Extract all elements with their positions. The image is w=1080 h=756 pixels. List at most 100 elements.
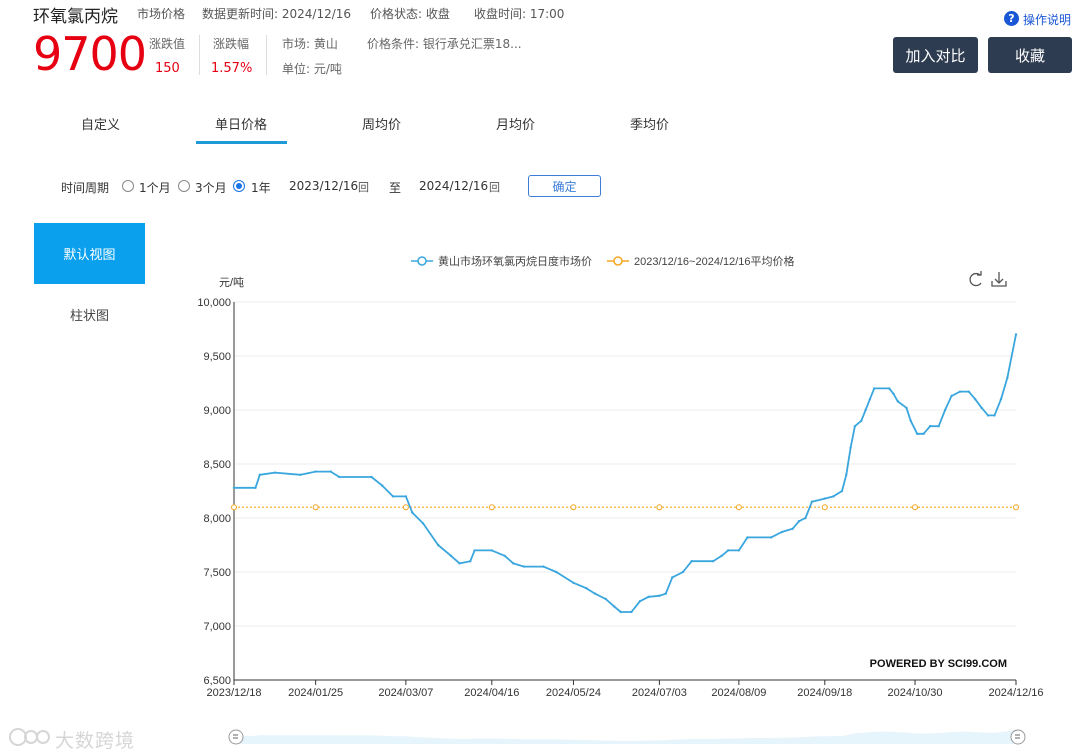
average-price-point [231, 504, 237, 511]
legend-item-daily-price[interactable]: 黄山市场环氧氯丙烷日度市场价 [411, 254, 592, 268]
x-tick-label: 2024/04/16 [464, 687, 519, 699]
average-price-point [1013, 504, 1019, 511]
daily-price-point [619, 610, 622, 614]
daily-price-point [840, 489, 844, 493]
legend-label-daily-price: 黄山市场环氧氯丙烷日度市场价 [438, 254, 592, 268]
daily-price-point [604, 597, 607, 601]
daily-price-point [436, 543, 440, 547]
daily-price-point [391, 495, 395, 498]
daily-price-point [647, 595, 650, 599]
daily-price-point [370, 475, 373, 479]
range-slider[interactable] [228, 729, 1026, 745]
price-line-chart: 黄山市场环氧氯丙烷日度市场价 2023/12/16~2024/12/16平均价格… [197, 254, 1044, 745]
chart-credit: POWERED BY SCI99.COM [870, 658, 1007, 670]
daily-price-point [681, 570, 685, 574]
daily-price-point [473, 549, 476, 552]
daily-price-point [613, 605, 616, 608]
y-axis-unit: 元/吨 [219, 276, 244, 289]
x-tick-label: 2024/01/25 [288, 687, 343, 699]
daily-price-point [864, 408, 867, 412]
daily-price-point [658, 594, 661, 597]
daily-price-point [928, 425, 932, 428]
daily-price-point [980, 406, 983, 410]
daily-price-point [1006, 376, 1009, 379]
y-tick-label: 8,000 [203, 513, 231, 525]
y-tick-label: 6,500 [203, 675, 231, 687]
daily-price-point [664, 592, 668, 595]
watermark-logo-icon [9, 728, 50, 746]
x-tick-label: 2024/12/16 [988, 687, 1043, 699]
y-tick-label: 9,000 [203, 405, 231, 417]
daily-price-point [381, 484, 384, 487]
x-tick-label: 2023/12/18 [206, 687, 261, 699]
daily-price-point [273, 471, 277, 474]
daily-price-point [726, 549, 730, 552]
daily-price-point [780, 530, 784, 534]
daily-price-point [338, 475, 341, 479]
y-tick-label: 8,500 [203, 459, 231, 471]
daily-price-point [873, 387, 876, 390]
daily-price-point [638, 599, 642, 603]
average-price-point [402, 504, 409, 511]
daily-price-point [791, 527, 794, 530]
daily-price-point [585, 587, 588, 590]
daily-price-point [572, 581, 575, 584]
daily-price-point [849, 446, 852, 449]
daily-price-point [804, 516, 807, 520]
daily-price-point [630, 610, 633, 614]
daily-price-point [593, 592, 597, 595]
daily-price-point [542, 565, 545, 568]
x-tick-label: 2024/05/24 [546, 687, 601, 699]
daily-price-point [909, 419, 912, 422]
slider-handle-left[interactable] [228, 729, 244, 745]
daily-price-point [737, 549, 741, 552]
daily-price-point [746, 536, 749, 539]
chart-legend: 黄山市场环氧氯丙烷日度市场价 2023/12/16~2024/12/16平均价格 [411, 254, 795, 268]
slider-handle-right[interactable] [1010, 729, 1026, 745]
refresh-icon[interactable] [969, 271, 982, 287]
daily-price-point [503, 554, 506, 557]
daily-price-point [823, 497, 826, 500]
x-tick-label: 2024/08/09 [711, 687, 766, 699]
download-icon[interactable] [991, 272, 1007, 287]
daily-price-point [810, 500, 814, 503]
daily-price-point [232, 486, 236, 489]
average-price-point [912, 504, 919, 511]
daily-price-point [943, 408, 947, 412]
daily-price-point [999, 398, 1003, 401]
daily-price-point [1014, 333, 1018, 336]
watermark-text: 大数跨境 [55, 730, 136, 752]
daily-price-point [299, 473, 302, 476]
daily-price-point [458, 562, 461, 565]
legend-label-average-price: 2023/12/16~2024/12/16平均价格 [634, 254, 795, 268]
average-price-point [821, 504, 828, 511]
daily-price-point [411, 511, 414, 514]
daily-price-point [314, 470, 317, 473]
daily-price-point [671, 576, 674, 579]
slider-area [234, 729, 1016, 744]
average-price-point [312, 504, 319, 511]
daily-price-point [421, 522, 425, 525]
y-tick-label: 9,500 [203, 351, 231, 363]
y-tick-label: 7,500 [203, 567, 231, 579]
daily-price-point [258, 473, 261, 476]
x-tick-label: 2024/07/03 [632, 687, 687, 699]
average-price-point [570, 504, 577, 511]
daily-price-point [404, 495, 408, 498]
daily-price-point [711, 560, 715, 563]
x-tick-labels: 2023/12/18 2024/01/25 2024/03/07 2024/04/16… [206, 687, 1043, 699]
average-price-series [231, 504, 1019, 511]
daily-price-point [490, 549, 494, 552]
daily-price-point [860, 419, 863, 422]
daily-price-point [888, 387, 891, 390]
daily-price-point [469, 560, 472, 563]
y-tick-label: 10,000 [197, 297, 231, 309]
legend-item-average-price[interactable]: 2023/12/16~2024/12/16平均价格 [607, 254, 795, 268]
daily-price-point [522, 565, 526, 568]
daily-price-point [868, 398, 872, 401]
daily-price-point [853, 425, 857, 428]
daily-price-point [973, 398, 977, 401]
daily-price-point [845, 473, 848, 476]
daily-price-point [967, 390, 970, 393]
daily-price-point [797, 520, 801, 523]
